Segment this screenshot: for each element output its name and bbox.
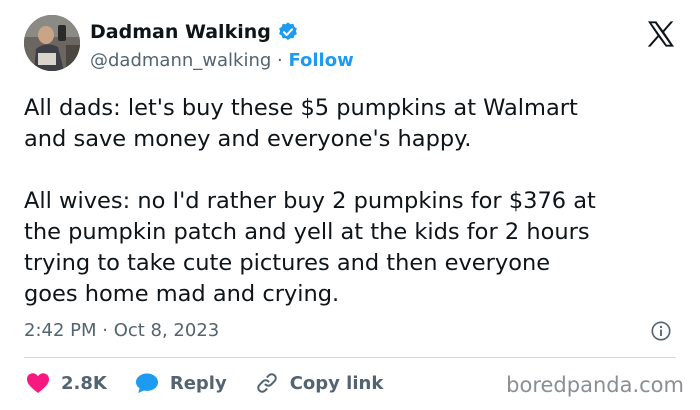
like-button[interactable]: 2.8K	[26, 372, 107, 394]
info-icon[interactable]	[650, 320, 672, 342]
author-name-row: Dadman Walking	[90, 21, 299, 43]
watermark: boredpanda.com	[506, 373, 684, 397]
copy-link-label: Copy link	[289, 372, 384, 394]
handle-separator: ·	[271, 50, 289, 71]
tweet-paragraph-2: All wives: no I'd rather buy 2 pumpkins …	[24, 188, 596, 307]
x-logo-icon[interactable]	[644, 18, 676, 50]
avatar-photo	[24, 15, 80, 71]
like-count: 2.8K	[61, 372, 107, 394]
author-handle-row: @dadmann_walking · Follow	[90, 50, 354, 71]
link-icon	[256, 373, 277, 393]
tweet-text: All dads: let's buy these $5 pumpkins at…	[24, 93, 684, 310]
tweet-timestamp[interactable]: 2:42 PM · Oct 8, 2023	[24, 320, 219, 341]
verified-badge-icon	[277, 21, 299, 43]
reply-bubble-icon	[135, 373, 158, 393]
author-display-name[interactable]: Dadman Walking	[90, 21, 271, 43]
reply-button[interactable]: Reply	[135, 372, 227, 394]
tweet-actions: 2.8K Reply Copy link	[26, 371, 411, 395]
divider	[24, 357, 676, 358]
avatar[interactable]	[24, 15, 80, 71]
follow-button[interactable]: Follow	[288, 50, 353, 71]
heart-icon	[27, 373, 49, 393]
tweet-paragraph-1: All dads: let's buy these $5 pumpkins at…	[24, 95, 578, 152]
author-handle[interactable]: @dadmann_walking	[90, 50, 271, 71]
copy-link-button[interactable]: Copy link	[255, 371, 384, 395]
reply-label: Reply	[169, 372, 227, 394]
